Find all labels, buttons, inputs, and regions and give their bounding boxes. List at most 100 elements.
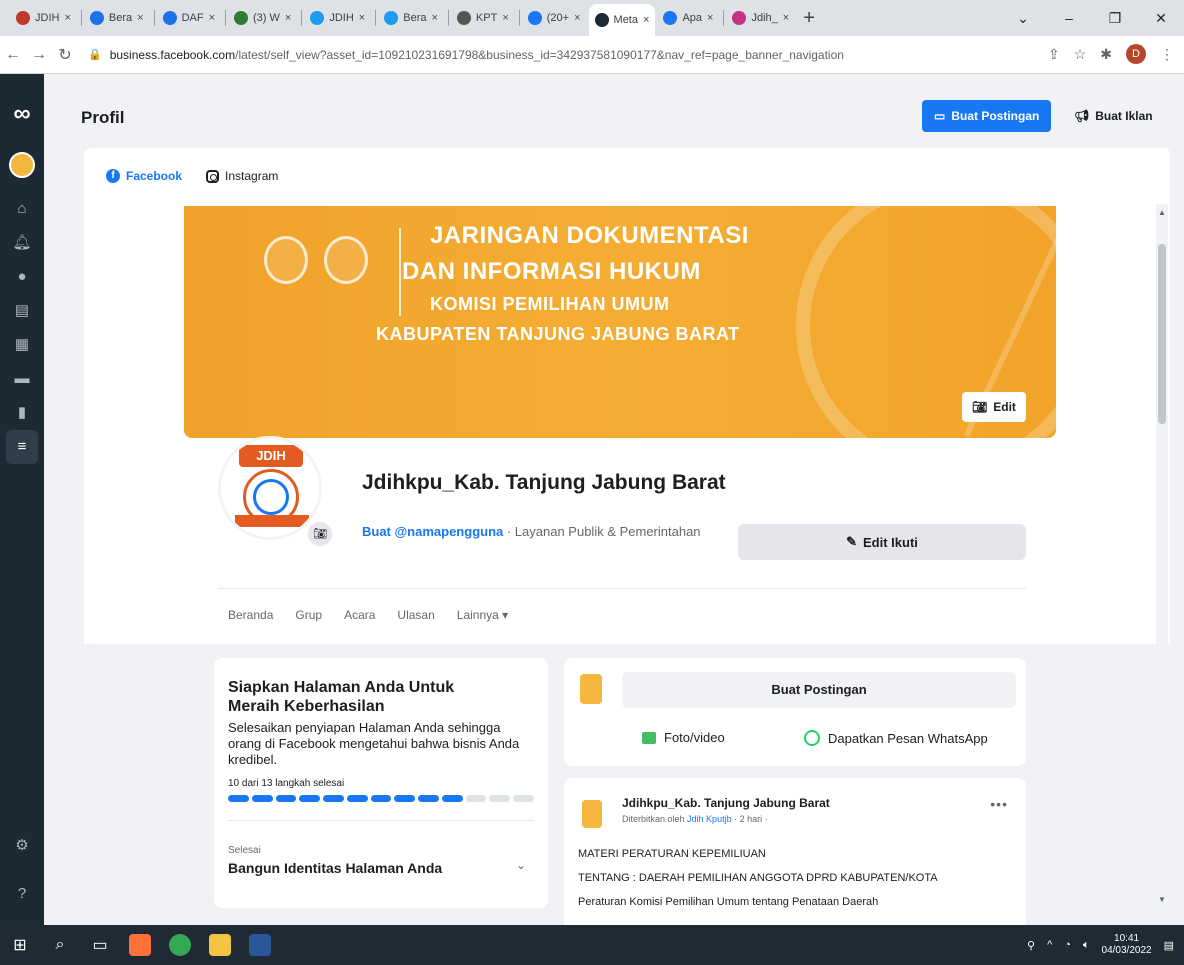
tab-label: DAF: [181, 12, 204, 24]
home-icon[interactable]: ⌂: [0, 192, 44, 226]
volume-icon[interactable]: 🔈︎: [1083, 939, 1090, 952]
page-nav-item[interactable]: Lainnya ▾: [457, 608, 508, 622]
tab-favicon-icon: [384, 11, 399, 25]
create-username-link[interactable]: Buat @namapengguna: [362, 524, 503, 539]
post-meta-publisher[interactable]: Jdih Kputjb: [687, 814, 732, 824]
create-ad-button[interactable]: 📢︎ Buat Iklan: [1066, 100, 1161, 132]
progress-segment: [394, 795, 416, 802]
bookmark-star-icon[interactable]: ☆: [1074, 46, 1087, 63]
minimize-button[interactable]: –: [1046, 10, 1092, 26]
browser-tab[interactable]: DAF ×: [157, 4, 221, 32]
tab-favicon-icon: [310, 11, 325, 25]
scroll-down-icon[interactable]: ▼: [1156, 895, 1168, 904]
tab-instagram[interactable]: Instagram: [206, 169, 278, 183]
whatsapp-label: Dapatkan Pesan WhatsApp: [828, 730, 988, 746]
tab-close-icon[interactable]: ×: [502, 12, 508, 24]
tab-close-icon[interactable]: ×: [359, 12, 365, 24]
business-avatar[interactable]: [9, 152, 35, 178]
tab-close-icon[interactable]: ×: [574, 12, 580, 24]
browser-profile-avatar[interactable]: D: [1126, 44, 1146, 64]
browser-tab[interactable]: KPT ×: [451, 4, 515, 32]
page-nav-item[interactable]: Ulasan: [397, 608, 434, 622]
clock[interactable]: 10:41 04/03/2022: [1102, 933, 1152, 957]
word-icon[interactable]: [249, 934, 271, 956]
page-nav-item[interactable]: Acara: [344, 608, 375, 622]
tab-close-icon[interactable]: ×: [64, 12, 70, 24]
browser-tab[interactable]: (3) W ×: [228, 4, 297, 32]
menu-icon[interactable]: ≡: [6, 430, 38, 464]
tab-close-icon[interactable]: ×: [431, 12, 437, 24]
tab-label: Bera: [403, 12, 427, 24]
facebook-icon: f: [106, 169, 120, 183]
whatsapp-action[interactable]: Dapatkan Pesan WhatsApp: [804, 730, 988, 746]
browser-tab[interactable]: Apa ×: [657, 4, 719, 32]
search-icon[interactable]: ⌕: [40, 936, 80, 954]
firefox-icon[interactable]: [129, 934, 151, 956]
extensions-icon[interactable]: ✱: [1100, 46, 1112, 63]
tab-close-icon[interactable]: ×: [209, 12, 215, 24]
task-view-icon[interactable]: ▭: [80, 935, 120, 955]
edit-cover-button[interactable]: 📷︎ Edit: [962, 392, 1026, 422]
setup-section-label: Selesai: [228, 845, 261, 856]
browser-tab[interactable]: JDIH ×: [304, 4, 371, 32]
photo-video-action[interactable]: Foto/video: [642, 730, 725, 745]
forward-button[interactable]: →: [26, 46, 52, 64]
browser-tab[interactable]: JDIH ×: [10, 4, 77, 32]
insights-icon[interactable]: ▮: [0, 396, 44, 430]
tray-chevron-icon[interactable]: ^: [1047, 939, 1052, 951]
meta-logo-icon[interactable]: ∞: [13, 100, 30, 128]
tab-separator: [723, 10, 725, 26]
post-author[interactable]: Jdihkpu_Kab. Tanjung Jabung Barat: [622, 796, 830, 810]
browser-tab[interactable]: Bera ×: [378, 4, 444, 32]
browser-tab[interactable]: Bera ×: [84, 4, 150, 32]
browser-menu-icon[interactable]: ⋮: [1160, 46, 1174, 63]
page-nav-item[interactable]: Grup: [295, 608, 322, 622]
messages-icon[interactable]: ●: [0, 260, 44, 294]
reload-button[interactable]: ↻: [52, 45, 78, 65]
notifications-center-icon[interactable]: ▤: [1164, 939, 1174, 952]
tab-search-icon[interactable]: ⌄: [1000, 10, 1046, 27]
browser-tab[interactable]: Meta ×: [588, 4, 656, 36]
chrome-icon[interactable]: [169, 934, 191, 956]
scroll-thumb[interactable]: [1158, 244, 1166, 424]
scrollbar[interactable]: ▲ ▼: [1156, 204, 1168, 908]
share-icon[interactable]: ⇪: [1048, 46, 1060, 63]
file-explorer-icon[interactable]: [209, 934, 231, 956]
url-field[interactable]: 🔒 business.facebook.com/latest/self_view…: [88, 48, 988, 62]
page-avatar[interactable]: JDIH: [218, 436, 322, 540]
photo-icon: [642, 731, 656, 744]
edit-follow-button[interactable]: ✎ Edit Ikuti: [738, 524, 1026, 560]
cover-line-2: DAN INFORMASI HUKUM: [402, 258, 701, 285]
tab-favicon-icon: [16, 11, 30, 25]
close-window-button[interactable]: ✕: [1138, 10, 1184, 27]
tab-separator: [301, 10, 303, 26]
notifications-icon[interactable]: 🔔︎: [0, 226, 44, 260]
planner-icon[interactable]: ▦: [0, 328, 44, 362]
ads-icon[interactable]: ▬: [0, 362, 44, 396]
back-button[interactable]: ←: [0, 46, 26, 64]
browser-tab[interactable]: Jdih_ ×: [726, 4, 795, 32]
content-icon[interactable]: ▤: [0, 294, 44, 328]
new-tab-icon[interactable]: +: [803, 7, 815, 30]
maximize-button[interactable]: ❐: [1092, 10, 1138, 27]
people-icon[interactable]: ⚲: [1027, 939, 1035, 952]
network-icon[interactable]: ◔: [1064, 939, 1071, 951]
help-icon[interactable]: ?: [0, 877, 44, 911]
tab-close-icon[interactable]: ×: [285, 12, 291, 24]
tab-close-icon[interactable]: ×: [137, 12, 143, 24]
composer-create-post-button[interactable]: Buat Postingan: [622, 672, 1016, 708]
change-avatar-camera-icon[interactable]: 📷︎: [308, 522, 332, 546]
page-nav-item[interactable]: Beranda: [228, 608, 273, 622]
chevron-down-icon[interactable]: ⌄: [516, 858, 526, 872]
tab-close-icon[interactable]: ×: [783, 12, 789, 24]
scroll-up-icon[interactable]: ▲: [1156, 208, 1168, 217]
tab-facebook[interactable]: f Facebook: [106, 169, 182, 183]
browser-tab[interactable]: (20+ ×: [522, 4, 587, 32]
setup-section-item[interactable]: Bangun Identitas Halaman Anda: [228, 860, 534, 876]
settings-gear-icon[interactable]: ⚙: [0, 829, 44, 863]
windows-start-icon[interactable]: ⊞: [0, 935, 40, 955]
create-post-button[interactable]: ▭ Buat Postingan: [922, 100, 1052, 132]
tab-close-icon[interactable]: ×: [643, 14, 649, 26]
post-options-icon[interactable]: •••: [990, 796, 1008, 812]
tab-close-icon[interactable]: ×: [707, 12, 713, 24]
